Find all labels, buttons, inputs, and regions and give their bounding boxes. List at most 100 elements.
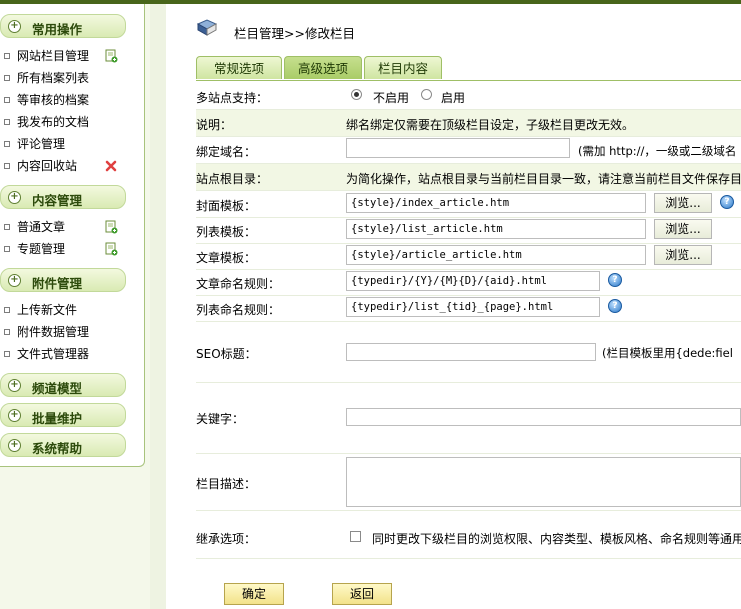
radio-disable[interactable] <box>351 89 362 100</box>
sidebar-item-file-manager[interactable]: 文件式管理器 <box>4 344 140 364</box>
description-textarea[interactable] <box>346 457 741 507</box>
multisite-label: 多站点支持： <box>196 91 269 105</box>
book-icon <box>196 19 218 36</box>
list-template-input[interactable]: {style}/list_article.htm <box>346 219 646 239</box>
sidebar-section-title: 频道模型 <box>32 381 83 396</box>
inherit-checkbox[interactable] <box>350 531 361 542</box>
bullet-icon <box>4 52 10 59</box>
sidebar-section-title: 常用操作 <box>32 22 83 37</box>
sidebar-section-content[interactable]: + 内容管理 <box>0 185 126 209</box>
tab-advanced[interactable]: 高级选项 <box>284 56 362 79</box>
sidebar-item-attachment-data[interactable]: 附件数据管理 <box>4 322 140 342</box>
domain-hint: (需加 http://，一级或二级域名 <box>578 144 737 158</box>
sidebar-item-pending-archives[interactable]: 等审核的档案 <box>4 90 140 110</box>
expand-icon: + <box>8 439 21 452</box>
sidebar-item-my-documents[interactable]: 我发布的文档 <box>4 112 140 132</box>
cover-template-input[interactable]: {style}/index_article.htm <box>346 193 646 213</box>
domain-input[interactable] <box>346 138 570 158</box>
article-naming-input[interactable]: {typedir}/{Y}/{M}{D}/{aid}.html <box>346 271 600 291</box>
add-page-icon[interactable] <box>104 49 118 63</box>
expand-icon: + <box>8 409 21 422</box>
row-inherit: 继承选项： 同时更改下级栏目的浏览权限、内容类型、模板风格、命名规则等通用 <box>196 514 741 559</box>
radio-disable-label: 不启用 <box>373 91 410 105</box>
bullet-icon <box>4 96 10 103</box>
sidebar-item-recycle-bin[interactable]: 内容回收站 <box>4 156 140 176</box>
sidebar-section-batch[interactable]: + 批量维护 <box>0 403 126 427</box>
sidebar-item-column-manage[interactable]: 网站栏目管理 <box>4 46 140 66</box>
note-label: 说明： <box>196 118 233 132</box>
tab-column-content[interactable]: 栏目内容 <box>364 56 442 79</box>
add-page-icon[interactable] <box>104 242 118 256</box>
help-icon[interactable]: ? <box>720 195 734 209</box>
sidebar-section-attachments[interactable]: + 附件管理 <box>0 268 126 292</box>
seo-title-label: SEO标题： <box>196 347 257 361</box>
sidebar-item-topics[interactable]: 专题管理 <box>4 239 140 259</box>
tab-general[interactable]: 常规选项 <box>196 56 282 79</box>
domain-label: 绑定域名： <box>196 145 257 159</box>
help-icon[interactable]: ? <box>608 299 622 313</box>
sidebar-item-comments[interactable]: 评论管理 <box>4 134 140 154</box>
row-domain: 绑定域名： (需加 http://，一级或二级域名 <box>196 137 741 164</box>
row-site-root: 站点根目录： 为简化操作，站点根目录与当前栏目目录一致，请注意当前栏目文件保存目 <box>196 164 741 191</box>
sidebar-section-title: 附件管理 <box>32 276 83 291</box>
cover-template-label: 封面模板： <box>196 199 257 213</box>
bullet-icon <box>4 162 10 169</box>
article-template-label: 文章模板： <box>196 251 257 265</box>
cover-browse-button[interactable]: 浏览... <box>654 193 712 213</box>
row-multisite: 多站点支持： 不启用 启用 <box>196 83 741 110</box>
seo-title-hint: (栏目模板里用{dede:fiel <box>602 346 733 360</box>
row-seo-title: SEO标题： (栏目模板里用{dede:fiel <box>196 322 741 383</box>
inherit-text: 同时更改下级栏目的浏览权限、内容类型、模板风格、命名规则等通用 <box>372 532 741 546</box>
seo-title-input[interactable] <box>346 343 596 361</box>
list-naming-label: 列表命名规则： <box>196 303 281 317</box>
article-browse-button[interactable]: 浏览... <box>654 245 712 265</box>
delete-x-icon[interactable] <box>104 159 118 173</box>
expand-icon: + <box>8 274 21 287</box>
back-button[interactable]: 返回 <box>332 583 392 605</box>
row-cover-template: 封面模板： {style}/index_article.htm 浏览... ? <box>196 191 741 218</box>
list-naming-input[interactable]: {typedir}/list_{tid}_{page}.html <box>346 297 600 317</box>
row-note: 说明： 绑名绑定仅需要在顶级栏目设定，子级栏目更改无效。 <box>196 110 741 137</box>
main-panel: 栏目管理>>修改栏目 常规选项 高级选项 栏目内容 多站点支持： 不启用 启用 … <box>166 4 741 609</box>
add-page-icon[interactable] <box>104 220 118 234</box>
sidebar-section-title: 批量维护 <box>32 411 83 426</box>
ok-button[interactable]: 确定 <box>224 583 284 605</box>
sidebar-section-channel-model[interactable]: + 频道模型 <box>0 373 126 397</box>
bullet-icon <box>4 350 10 357</box>
bullet-icon <box>4 328 10 335</box>
tab-underline <box>196 80 741 81</box>
sidebar-item-upload-file[interactable]: 上传新文件 <box>4 300 140 320</box>
frame-divider <box>150 4 166 609</box>
description-label: 栏目描述： <box>196 477 257 491</box>
row-keywords: 关键字： <box>196 383 741 454</box>
list-browse-button[interactable]: 浏览... <box>654 219 712 239</box>
row-list-template: 列表模板： {style}/list_article.htm 浏览... <box>196 217 741 244</box>
sidebar-section-title: 内容管理 <box>32 193 83 208</box>
keywords-input[interactable] <box>346 408 741 426</box>
inherit-label: 继承选项： <box>196 532 257 546</box>
help-icon[interactable]: ? <box>608 273 622 287</box>
article-naming-label: 文章命名规则： <box>196 277 281 291</box>
sidebar-item-all-archives[interactable]: 所有档案列表 <box>4 68 140 88</box>
bullet-icon <box>4 140 10 147</box>
row-description: 栏目描述： <box>196 454 741 511</box>
bullet-icon <box>4 306 10 313</box>
list-template-label: 列表模板： <box>196 225 257 239</box>
keywords-label: 关键字： <box>196 412 245 426</box>
bullet-icon <box>4 74 10 81</box>
bullet-icon <box>4 118 10 125</box>
radio-enable-label: 启用 <box>441 91 466 105</box>
sidebar-item-articles[interactable]: 普通文章 <box>4 217 140 237</box>
sidebar-section-title: 系统帮助 <box>32 441 83 456</box>
sidebar-section-common[interactable]: + 常用操作 <box>0 14 126 38</box>
article-template-input[interactable]: {style}/article_article.htm <box>346 245 646 265</box>
site-root-text: 为简化操作，站点根目录与当前栏目目录一致，请注意当前栏目文件保存目 <box>346 172 741 186</box>
page-title: 栏目管理>>修改栏目 <box>234 26 355 41</box>
expand-icon: + <box>8 379 21 392</box>
sidebar: + 常用操作 网站栏目管理 所有档案列表 等审核的档案 我发布的文档 评论管理 … <box>0 4 145 467</box>
row-article-naming: 文章命名规则： {typedir}/{Y}/{M}{D}/{aid}.html … <box>196 269 741 296</box>
bullet-icon <box>4 245 10 252</box>
expand-icon: + <box>8 20 21 33</box>
sidebar-section-help[interactable]: + 系统帮助 <box>0 433 126 457</box>
radio-enable[interactable] <box>421 89 432 100</box>
